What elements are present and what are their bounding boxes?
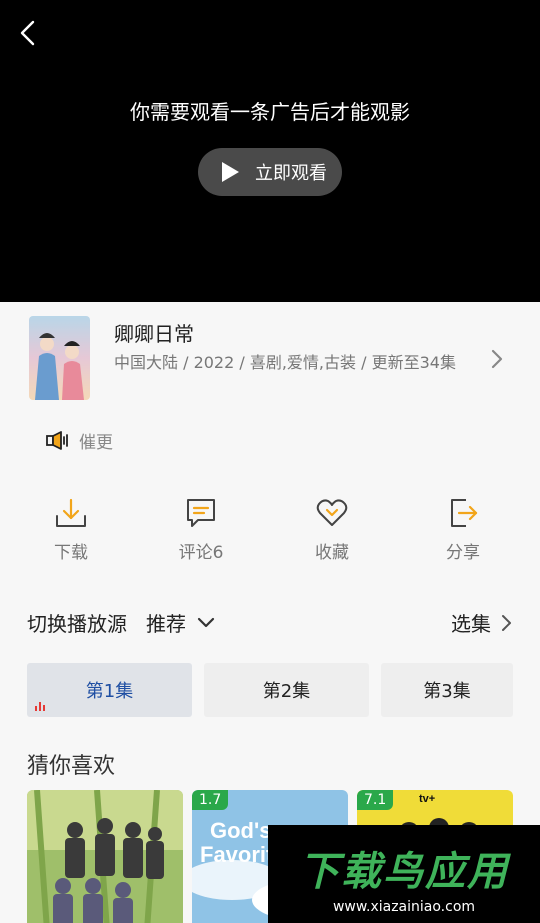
watermark-brand: 下载鸟应用 xyxy=(299,849,509,895)
comment-button[interactable]: 评论6 xyxy=(156,496,246,563)
rating-badge: 1.7 xyxy=(192,790,229,810)
watermark-overlay: 下载鸟应用 www.xiazainiao.com xyxy=(268,825,540,923)
share-icon xyxy=(451,499,478,527)
svg-text:God's: God's xyxy=(210,818,271,843)
back-button[interactable] xyxy=(14,18,44,48)
switch-source-label: 切换播放源 xyxy=(27,612,127,636)
episode-tab-1[interactable]: 第1集 xyxy=(27,663,192,717)
urge-update-button[interactable]: 催更 xyxy=(45,428,113,453)
favorite-label: 收藏 xyxy=(315,543,349,563)
recommend-title: 猜你喜欢 xyxy=(27,754,116,779)
comment-icon xyxy=(187,499,215,527)
download-icon xyxy=(56,498,86,527)
heart-icon xyxy=(316,499,348,526)
episode-tab-label: 第1集 xyxy=(85,681,134,702)
recommend-card[interactable] xyxy=(27,790,183,923)
download-label: 下载 xyxy=(54,543,88,563)
chevron-right-icon xyxy=(502,614,511,631)
source-row: 切换播放源 推荐 选集 xyxy=(27,608,513,638)
ad-message: 你需要观看一条广告后才能观影 xyxy=(130,100,410,124)
comment-label: 评论6 xyxy=(178,543,224,563)
show-meta: 中国大陆 / 2022 / 喜剧,爱情,古装 / 更新至34集 xyxy=(114,353,456,372)
show-detail-button[interactable] xyxy=(487,346,507,372)
chevron-down-icon xyxy=(197,617,215,627)
episode-tab-label: 第2集 xyxy=(262,681,311,702)
megaphone-icon xyxy=(46,430,68,450)
urge-update-label: 催更 xyxy=(79,433,113,453)
source-selected-value: 推荐 xyxy=(146,612,186,636)
episodes-link-label: 选集 xyxy=(451,612,491,636)
share-label: 分享 xyxy=(446,543,480,563)
chevron-left-icon xyxy=(20,20,35,46)
share-button[interactable]: 分享 xyxy=(418,496,508,563)
watch-now-label: 立即观看 xyxy=(255,163,327,184)
watch-now-button[interactable]: 立即观看 xyxy=(198,148,342,196)
watermark-url: www.xiazainiao.com xyxy=(332,899,476,915)
source-dropdown[interactable]: 推荐 xyxy=(146,608,216,637)
episode-tabs: 第1集 第2集 第3集 xyxy=(27,663,540,717)
play-icon xyxy=(222,162,239,182)
svg-text:tv+: tv+ xyxy=(419,793,435,805)
episodes-link[interactable]: 选集 xyxy=(451,608,513,637)
download-button[interactable]: 下载 xyxy=(26,496,116,563)
favorite-button[interactable]: 收藏 xyxy=(287,496,377,563)
show-title: 卿卿日常 xyxy=(114,322,194,346)
rating-badge: 7.1 xyxy=(357,790,394,810)
action-bar: 下载 评论6 收藏 分享 xyxy=(0,496,540,576)
show-poster[interactable] xyxy=(29,316,90,400)
episode-tab-label: 第3集 xyxy=(423,681,471,702)
video-player[interactable]: 你需要观看一条广告后才能观影 立即观看 xyxy=(0,0,540,302)
playing-indicator-icon xyxy=(35,702,45,711)
episode-tab-3[interactable]: 第3集 xyxy=(381,663,513,717)
episode-tab-2[interactable]: 第2集 xyxy=(204,663,369,717)
chevron-right-icon xyxy=(491,349,503,369)
